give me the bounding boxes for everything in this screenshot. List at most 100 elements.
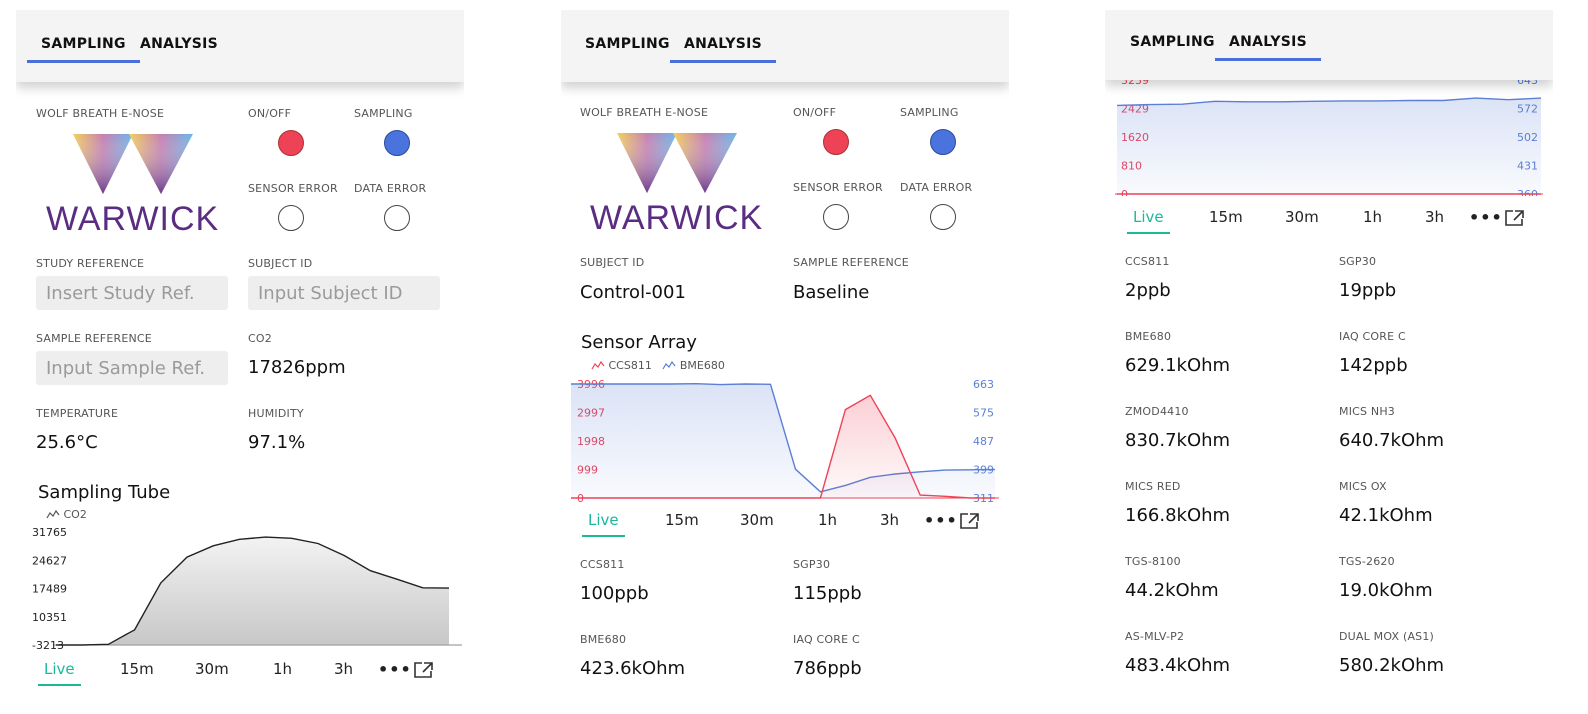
reading-value: 2ppb: [1125, 280, 1171, 301]
range-15m[interactable]: 15m: [1209, 208, 1243, 226]
reading-value: 19ppb: [1339, 280, 1397, 301]
reading-value: 166.8kOhm: [1125, 505, 1231, 526]
external-link-icon[interactable]: [413, 661, 435, 679]
legend-bme680: BME680: [679, 359, 725, 372]
range-30m[interactable]: 30m: [740, 511, 774, 529]
range-15m[interactable]: 15m: [665, 511, 699, 529]
more-icon[interactable]: •••: [1469, 208, 1503, 227]
warwick-logo: [73, 134, 193, 194]
subject-id-label: SUBJECT ID: [248, 257, 313, 270]
range-15m[interactable]: 15m: [120, 660, 154, 678]
range-live[interactable]: Live: [582, 511, 625, 537]
sampling-indicator[interactable]: [930, 129, 956, 155]
device-label: WOLF BREATH E-NOSE: [580, 106, 709, 119]
tab-sampling[interactable]: SAMPLING: [585, 36, 670, 52]
range-live[interactable]: Live: [1127, 208, 1170, 234]
reading-value: 423.6kOhm: [580, 658, 686, 679]
chart-title: Sampling Tube: [38, 482, 171, 503]
warwick-wordmark: WARWICK: [46, 200, 220, 238]
reading-value: 580.2kOhm: [1339, 655, 1445, 676]
sample-ref-value: Baseline: [793, 282, 870, 303]
data-error-indicator: [930, 204, 956, 230]
range-1h[interactable]: 1h: [1363, 208, 1382, 226]
sampling-indicator[interactable]: [384, 130, 410, 156]
reading-value: 142ppb: [1339, 355, 1408, 376]
data-error-indicator: [384, 205, 410, 231]
co2-chart: 31765246271748910351-3213: [32, 526, 462, 650]
reading-label: IAQ CORE C: [793, 633, 860, 646]
on-off-label: ON/OFF: [248, 107, 292, 120]
co2-label: CO2: [248, 332, 272, 345]
tab-analysis[interactable]: ANALYSIS: [140, 36, 218, 52]
tab-bar: SAMPLING ANALYSIS: [16, 10, 464, 82]
sample-ref-label: SAMPLE REFERENCE: [793, 256, 909, 269]
humidity-label: HUMIDITY: [248, 407, 304, 420]
warwick-logo: [617, 133, 737, 193]
reading-value: 100ppb: [580, 583, 649, 604]
reading-value: 640.7kOhm: [1339, 430, 1445, 451]
right-tick-label: 575: [973, 407, 994, 420]
panel-analysis: SAMPLING ANALYSIS WOLF BREATH E-NOSE WAR…: [561, 10, 1009, 710]
range-30m[interactable]: 30m: [195, 660, 229, 678]
sensor-array-chart: 3239242916208100643572502431360: [1115, 74, 1543, 196]
reading-label: CCS811: [1125, 255, 1170, 268]
bme680-area: [1117, 98, 1541, 194]
on-off-indicator[interactable]: [823, 129, 849, 155]
humidity-value: 97.1%: [248, 432, 306, 453]
subject-id-input[interactable]: [248, 276, 440, 310]
range-3h[interactable]: 3h: [334, 660, 353, 678]
panel-analysis-scrolled: SAMPLING ANALYSIS 3239242916208100643572…: [1105, 10, 1553, 710]
on-off-indicator[interactable]: [278, 130, 304, 156]
tab-sampling[interactable]: SAMPLING: [1130, 34, 1215, 50]
sampling-label: SAMPLING: [354, 107, 413, 120]
sampling-label: SAMPLING: [900, 106, 959, 119]
on-off-label: ON/OFF: [793, 106, 837, 119]
reading-value: 629.1kOhm: [1125, 355, 1231, 376]
reading-value: 786ppb: [793, 658, 862, 679]
right-tick-label: 663: [973, 378, 994, 391]
tab-analysis[interactable]: ANALYSIS: [1214, 34, 1322, 61]
external-link-icon[interactable]: [1504, 209, 1526, 227]
study-ref-input[interactable]: [36, 276, 228, 310]
sensor-error-label: SENSOR ERROR: [248, 182, 338, 195]
line-chart-icon: [591, 360, 605, 370]
range-1h[interactable]: 1h: [273, 660, 292, 678]
more-icon[interactable]: •••: [924, 511, 958, 530]
co2-value: 17826ppm: [248, 357, 346, 378]
reading-value: 830.7kOhm: [1125, 430, 1231, 451]
panel-sampling: SAMPLING ANALYSIS WOLF BREATH E-NOSE WAR…: [16, 10, 464, 710]
tab-analysis[interactable]: ANALYSIS: [669, 36, 777, 63]
range-live[interactable]: Live: [38, 660, 81, 686]
sample-ref-input[interactable]: [36, 351, 228, 385]
temperature-label: TEMPERATURE: [36, 407, 119, 420]
legend-ccs811: CCS811: [608, 359, 652, 372]
reading-value: 42.1kOhm: [1339, 505, 1433, 526]
tab-sampling[interactable]: SAMPLING: [27, 36, 140, 63]
temperature-value: 25.6°C: [36, 432, 98, 453]
sensor-error-indicator: [823, 204, 849, 230]
reading-label: ZMOD4410: [1125, 405, 1189, 418]
sensor-error-indicator: [278, 205, 304, 231]
reading-label: TGS-2620: [1339, 555, 1395, 568]
range-30m[interactable]: 30m: [1285, 208, 1319, 226]
sample-ref-label: SAMPLE REFERENCE: [36, 332, 152, 345]
more-icon[interactable]: •••: [378, 660, 412, 679]
reading-label: MICS OX: [1339, 480, 1387, 493]
reading-label: DUAL MOX (AS1): [1339, 630, 1435, 643]
range-3h[interactable]: 3h: [880, 511, 899, 529]
subject-id-label: SUBJECT ID: [580, 256, 645, 269]
y-tick-label: 31765: [32, 526, 67, 539]
warwick-wordmark: WARWICK: [590, 199, 764, 237]
y-tick-label: 10351: [32, 611, 67, 624]
line-chart-icon: [662, 360, 676, 370]
y-tick-label: 17489: [32, 583, 67, 596]
tab-bar: SAMPLING ANALYSIS: [1105, 10, 1553, 80]
data-error-label: DATA ERROR: [354, 182, 427, 195]
range-3h[interactable]: 3h: [1425, 208, 1444, 226]
range-1h[interactable]: 1h: [818, 511, 837, 529]
reading-label: IAQ CORE C: [1339, 330, 1406, 343]
sensor-error-label: SENSOR ERROR: [793, 181, 883, 194]
sensor-array-chart: 3996299719989990663575487399311: [571, 378, 999, 505]
external-link-icon[interactable]: [959, 512, 981, 530]
reading-value: 483.4kOhm: [1125, 655, 1231, 676]
